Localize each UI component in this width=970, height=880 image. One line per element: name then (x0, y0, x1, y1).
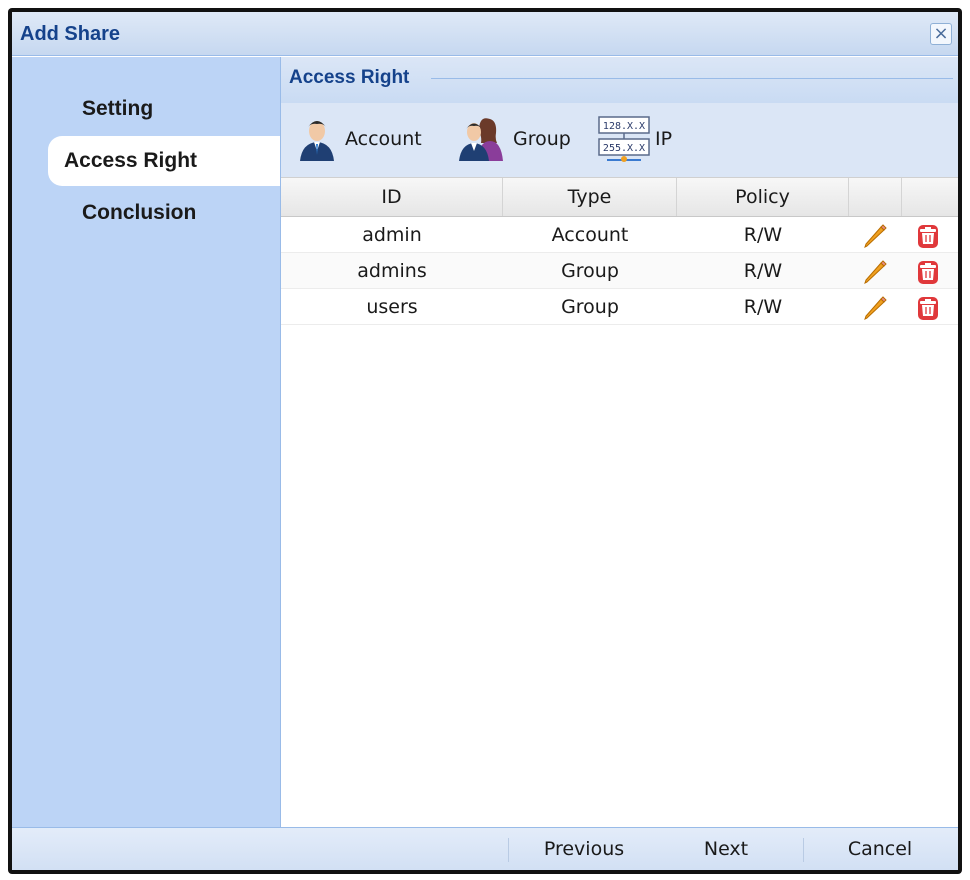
section-header: Access Right (281, 57, 958, 103)
trash-icon[interactable] (915, 295, 941, 321)
cell-id: admin (362, 224, 422, 246)
footer-divider (508, 838, 509, 862)
sidebar-item-conclusion[interactable]: Conclusion (48, 188, 280, 238)
ip-icon-line-2: 255.X.X (603, 143, 645, 154)
cell-id: admins (357, 260, 427, 282)
section-divider (431, 78, 953, 79)
sidebar-item-setting[interactable]: Setting (48, 84, 280, 134)
section-title: Access Right (289, 67, 410, 88)
trash-icon[interactable] (915, 259, 941, 285)
cell-policy: R/W (743, 224, 783, 246)
sidebar-item-label: Access Right (64, 149, 198, 172)
column-header-delete (902, 178, 958, 216)
pencil-icon[interactable] (862, 259, 888, 285)
cell-policy: R/W (743, 296, 783, 318)
sidebar-item-access-right[interactable]: Access Right (48, 136, 280, 186)
pencil-icon[interactable] (862, 295, 888, 321)
column-header-id[interactable]: ID (281, 178, 503, 216)
ip-address-icon: 128.X.X 255.X.X (597, 115, 651, 163)
table-header: ID Type Policy (281, 177, 958, 217)
footer-divider (803, 838, 804, 862)
column-header-policy[interactable]: Policy (677, 178, 849, 216)
pencil-icon[interactable] (862, 223, 888, 249)
add-account-button[interactable]: Account (297, 117, 422, 161)
table-row[interactable]: admin Account R/W (281, 217, 958, 253)
dialog-titlebar[interactable]: Add Share × (12, 12, 958, 56)
cell-type: Account (551, 224, 629, 246)
cancel-button[interactable]: Cancel (818, 828, 942, 870)
add-group-button[interactable]: Group (457, 117, 571, 161)
user-icon (297, 117, 337, 161)
ip-label: IP (655, 128, 673, 150)
trash-icon[interactable] (915, 223, 941, 249)
column-header-type[interactable]: Type (503, 178, 677, 216)
group-icon (457, 117, 505, 161)
cell-type: Group (561, 296, 619, 318)
table-row[interactable]: admins Group R/W (281, 253, 958, 289)
dialog-footer: Previous Next Cancel (12, 827, 958, 870)
access-toolbar: Account Group 128.X.X 255.X.X IP (281, 103, 958, 177)
wizard-sidebar: Setting Access Right Conclusion (12, 57, 280, 827)
content-panel: Access Right Account Group 128.X.X 255.X… (280, 57, 958, 827)
previous-button[interactable]: Previous (522, 828, 646, 870)
cell-id: users (366, 296, 418, 318)
group-label: Group (513, 128, 571, 150)
add-share-dialog: Add Share × Setting Access Right Conclus… (12, 12, 958, 870)
account-label: Account (345, 128, 422, 150)
sidebar-item-label: Conclusion (82, 201, 197, 224)
table-row[interactable]: users Group R/W (281, 289, 958, 325)
close-icon[interactable]: × (930, 23, 952, 45)
sidebar-item-label: Setting (82, 97, 154, 120)
next-button[interactable]: Next (676, 828, 776, 870)
cell-type: Group (561, 260, 619, 282)
ip-icon-line-1: 128.X.X (603, 121, 645, 132)
column-header-edit (849, 178, 902, 216)
add-ip-button[interactable]: 128.X.X 255.X.X IP (597, 115, 673, 163)
dialog-title: Add Share (20, 23, 121, 45)
cell-policy: R/W (743, 260, 783, 282)
